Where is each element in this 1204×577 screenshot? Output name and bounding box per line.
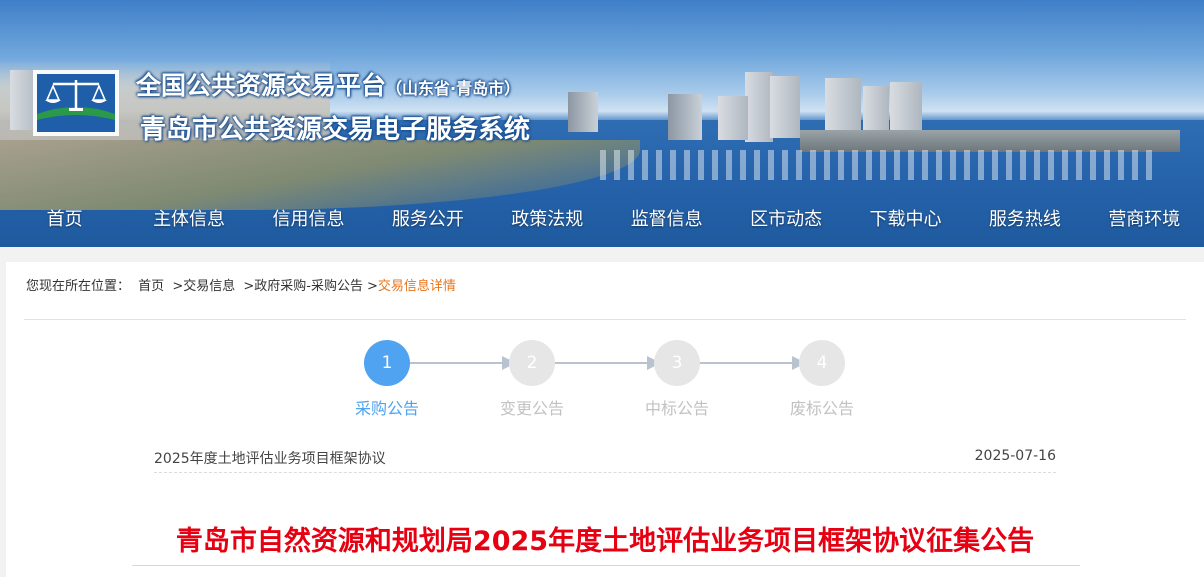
nav-item-business-env[interactable]: 营商环境	[1085, 198, 1204, 242]
banner-building	[668, 94, 702, 140]
banner-building	[745, 72, 773, 142]
step-1-label[interactable]: 采购公告	[337, 395, 437, 419]
step-3-circle[interactable]: 3	[654, 340, 700, 386]
banner-building	[718, 96, 748, 140]
nav-item-policies[interactable]: 政策法规	[488, 198, 607, 242]
content-panel: 您现在所在位置： 首页 >交易信息 >政府采购-采购公告 >交易信息详情 1 2 …	[6, 262, 1204, 577]
breadcrumb: 您现在所在位置： 首页 >交易信息 >政府采购-采购公告 >交易信息详情	[26, 275, 460, 294]
nav-item-service-disclosure[interactable]: 服务公开	[368, 198, 487, 242]
nav-item-downloads[interactable]: 下载中心	[846, 198, 965, 242]
banner-building	[770, 76, 800, 138]
breadcrumb-separator: >	[366, 279, 378, 294]
header-banner: 全国公共资源交易平台（山东省·青岛市） 青岛市公共资源交易电子服务系统 首页 主…	[0, 0, 1204, 247]
nav-item-district-news[interactable]: 区市动态	[726, 198, 845, 242]
step-2-label[interactable]: 变更公告	[482, 395, 582, 419]
step-4-circle[interactable]: 4	[799, 340, 845, 386]
step-arrow	[410, 356, 516, 370]
step-3-label[interactable]: 中标公告	[627, 395, 727, 419]
breadcrumb-trade-info[interactable]: >交易信息	[172, 279, 235, 294]
step-arrow	[700, 356, 806, 370]
platform-title-main: 全国公共资源交易平台	[136, 71, 387, 100]
banner-building	[890, 82, 922, 136]
headline-divider	[132, 565, 1080, 566]
nav-item-hotline[interactable]: 服务热线	[965, 198, 1084, 242]
article-headline: 青岛市自然资源和规划局2025年度土地评估业务项目框架协议征集公告	[175, 526, 1035, 557]
breadcrumb-current: 交易信息详情	[377, 279, 456, 294]
breadcrumb-home[interactable]: 首页	[138, 279, 164, 294]
step-arrow	[555, 356, 661, 370]
scales-of-justice-icon	[33, 70, 119, 136]
platform-title: 全国公共资源交易平台（山东省·青岛市）	[136, 66, 520, 102]
breadcrumb-gov-procurement[interactable]: >政府采购-采购公告	[243, 279, 363, 294]
project-date: 2025-07-16	[974, 448, 1056, 464]
announcement-steps: 1 2 3 4 采购公告 变更公告 中标公告 废标公告	[6, 340, 1204, 420]
banner-building	[568, 92, 598, 132]
nav-item-entity-info[interactable]: 主体信息	[129, 198, 248, 242]
step-2-circle[interactable]: 2	[509, 340, 555, 386]
project-row: 2025年度土地评估业务项目框架协议 2025-07-16	[154, 445, 1056, 473]
banner-boats	[600, 150, 1160, 180]
breadcrumb-prefix: 您现在所在位置：	[26, 279, 131, 294]
nav-item-supervision[interactable]: 监督信息	[607, 198, 726, 242]
platform-title-region: （山东省·青岛市）	[386, 79, 521, 98]
banner-building	[863, 86, 889, 136]
step-1-circle[interactable]: 1	[364, 340, 410, 386]
step-4-label[interactable]: 废标公告	[772, 395, 872, 419]
system-title: 青岛市公共资源交易电子服务系统	[140, 115, 531, 145]
banner-building	[825, 78, 861, 136]
project-title: 2025年度土地评估业务项目框架协议	[154, 451, 386, 467]
nav-item-home[interactable]: 首页	[0, 198, 129, 242]
breadcrumb-divider	[24, 319, 1186, 320]
nav-item-credit-info[interactable]: 信用信息	[249, 198, 368, 242]
banner-pier	[800, 130, 1180, 152]
main-nav: 首页 主体信息 信用信息 服务公开 政策法规 监督信息 区市动态 下载中心 服务…	[0, 198, 1204, 242]
